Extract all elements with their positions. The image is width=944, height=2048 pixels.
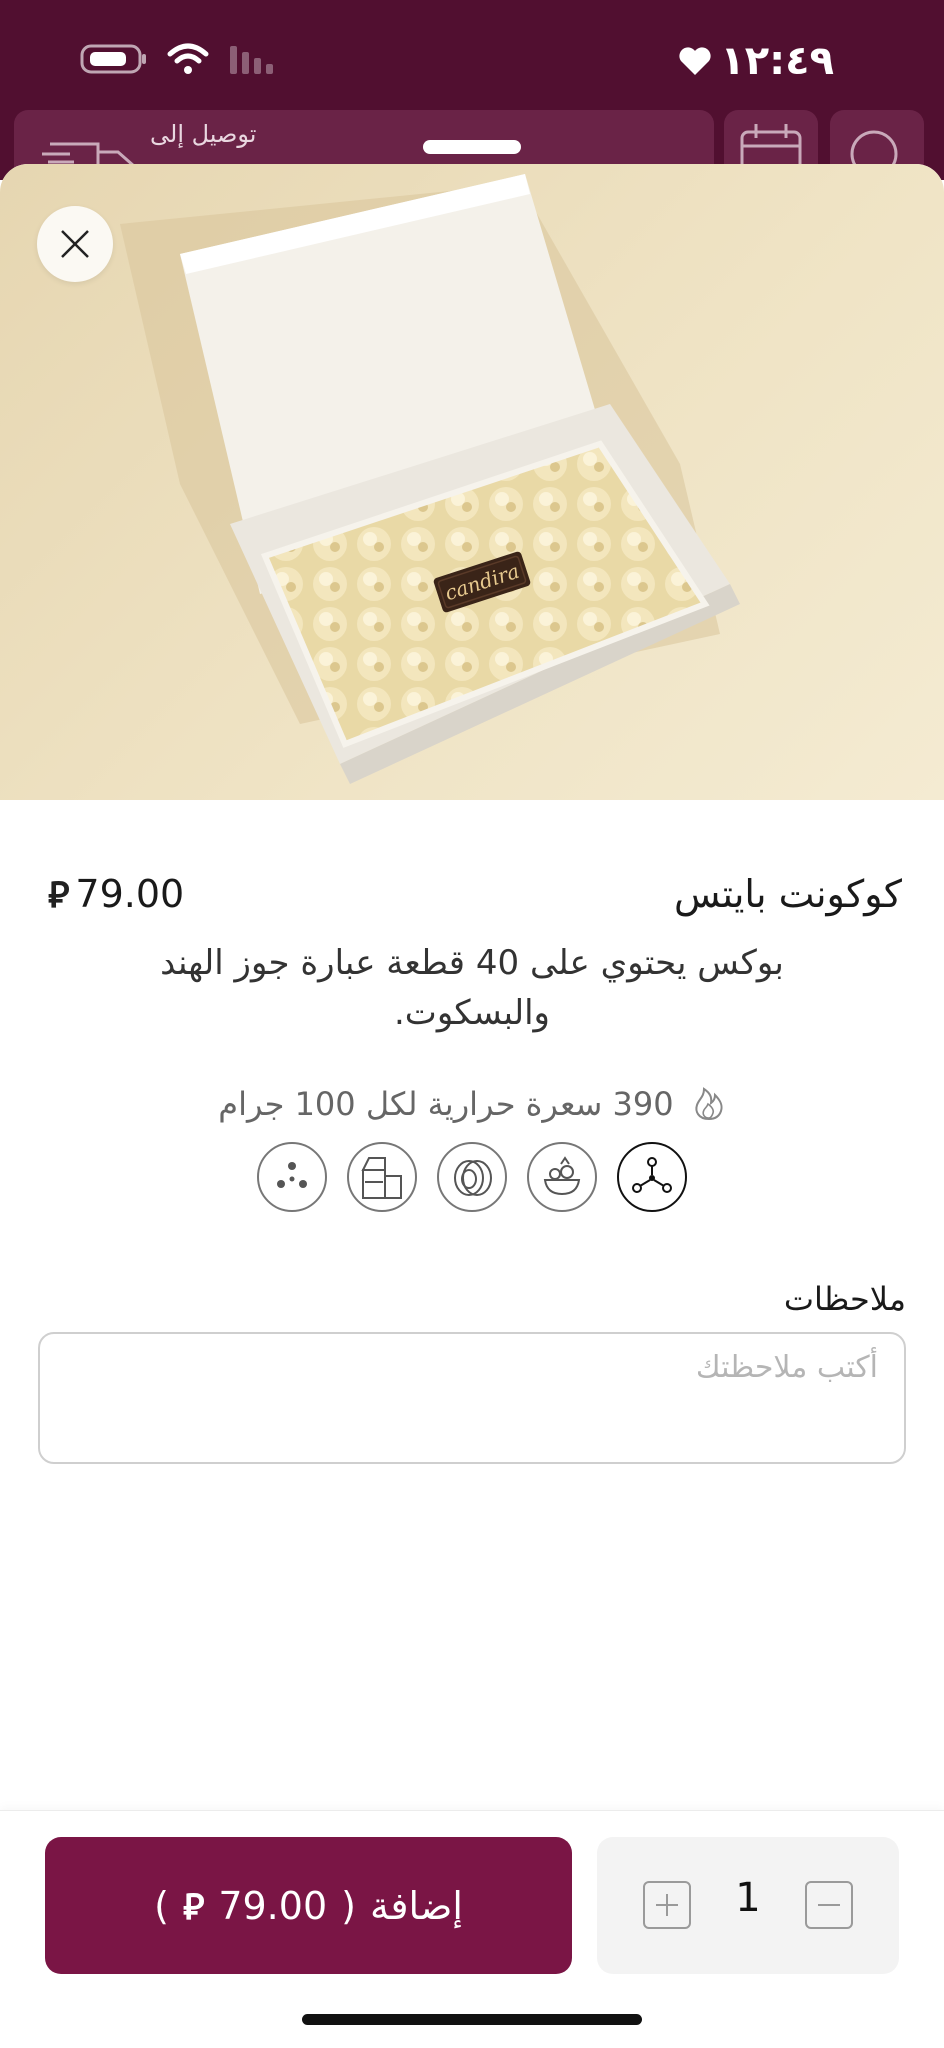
add-to-cart-close-paren: ) xyxy=(154,1883,169,1928)
minus-icon xyxy=(818,1904,840,1906)
sheet-drag-handle[interactable] xyxy=(423,140,521,154)
delivery-label: توصيل إلى xyxy=(150,120,257,148)
quantity-stepper: 1 xyxy=(597,1837,899,1974)
add-to-cart-button[interactable]: إضافة ( 79.00 ⃁ ) xyxy=(45,1837,572,1974)
wifi-icon xyxy=(167,43,209,74)
decrease-quantity-button[interactable] xyxy=(805,1881,853,1929)
flame-icon xyxy=(695,1087,723,1121)
product-price: ⃁ 79.00 xyxy=(48,870,184,917)
notes-field[interactable] xyxy=(38,1332,906,1464)
calories-text: 390 سعرة حرارية لكل 100 جرام xyxy=(218,1085,674,1123)
quantity-value: 1 xyxy=(735,1875,761,1921)
molecule-icon xyxy=(617,1142,687,1212)
sesame-icon xyxy=(257,1142,327,1212)
product-image: candira xyxy=(0,164,944,800)
status-icons xyxy=(80,42,278,76)
heart-icon xyxy=(679,47,711,75)
riyal-icon: ⃁ xyxy=(48,875,70,916)
add-to-cart-price: 79.00 xyxy=(218,1883,328,1928)
wheat-bowl-icon xyxy=(527,1142,597,1212)
bottom-action-bar: إضافة ( 79.00 ⃁ ) 1 xyxy=(0,1810,944,2048)
status-time: ١٢:٤٩ xyxy=(720,38,834,84)
status-bar: ١٢:٤٩ xyxy=(0,0,944,110)
signal-icon xyxy=(230,46,273,74)
product-price-value: 79.00 xyxy=(75,871,185,916)
milk-icon xyxy=(347,1142,417,1212)
calories-info: 390 سعرة حرارية لكل 100 جرام xyxy=(0,1085,944,1123)
add-to-cart-open-paren: ( xyxy=(341,1883,356,1928)
product-description: بوكس يحتوي على 40 قطعة عبارة جوز الهند و… xyxy=(160,943,784,1033)
product-sheet: candira كوكونت بايتس ⃁ 79.00 بوكس يحتوي … xyxy=(0,164,944,2048)
allergen-list xyxy=(0,1142,944,1212)
status-time-group: ١٢:٤٩ xyxy=(678,38,834,84)
close-icon xyxy=(61,230,89,258)
product-title: كوكونت بايتس xyxy=(673,872,902,916)
battery-icon xyxy=(80,44,146,74)
plus-icon xyxy=(656,1894,678,1916)
increase-quantity-button[interactable] xyxy=(643,1881,691,1929)
close-button[interactable] xyxy=(37,206,113,282)
home-indicator[interactable] xyxy=(302,2014,642,2025)
riyal-icon: ⃁ xyxy=(182,1887,205,1928)
notes-label: ملاحظات xyxy=(783,1280,906,1318)
egg-icon xyxy=(437,1142,507,1212)
product-photo: candira xyxy=(120,174,740,784)
add-to-cart-label: إضافة xyxy=(369,1883,463,1928)
